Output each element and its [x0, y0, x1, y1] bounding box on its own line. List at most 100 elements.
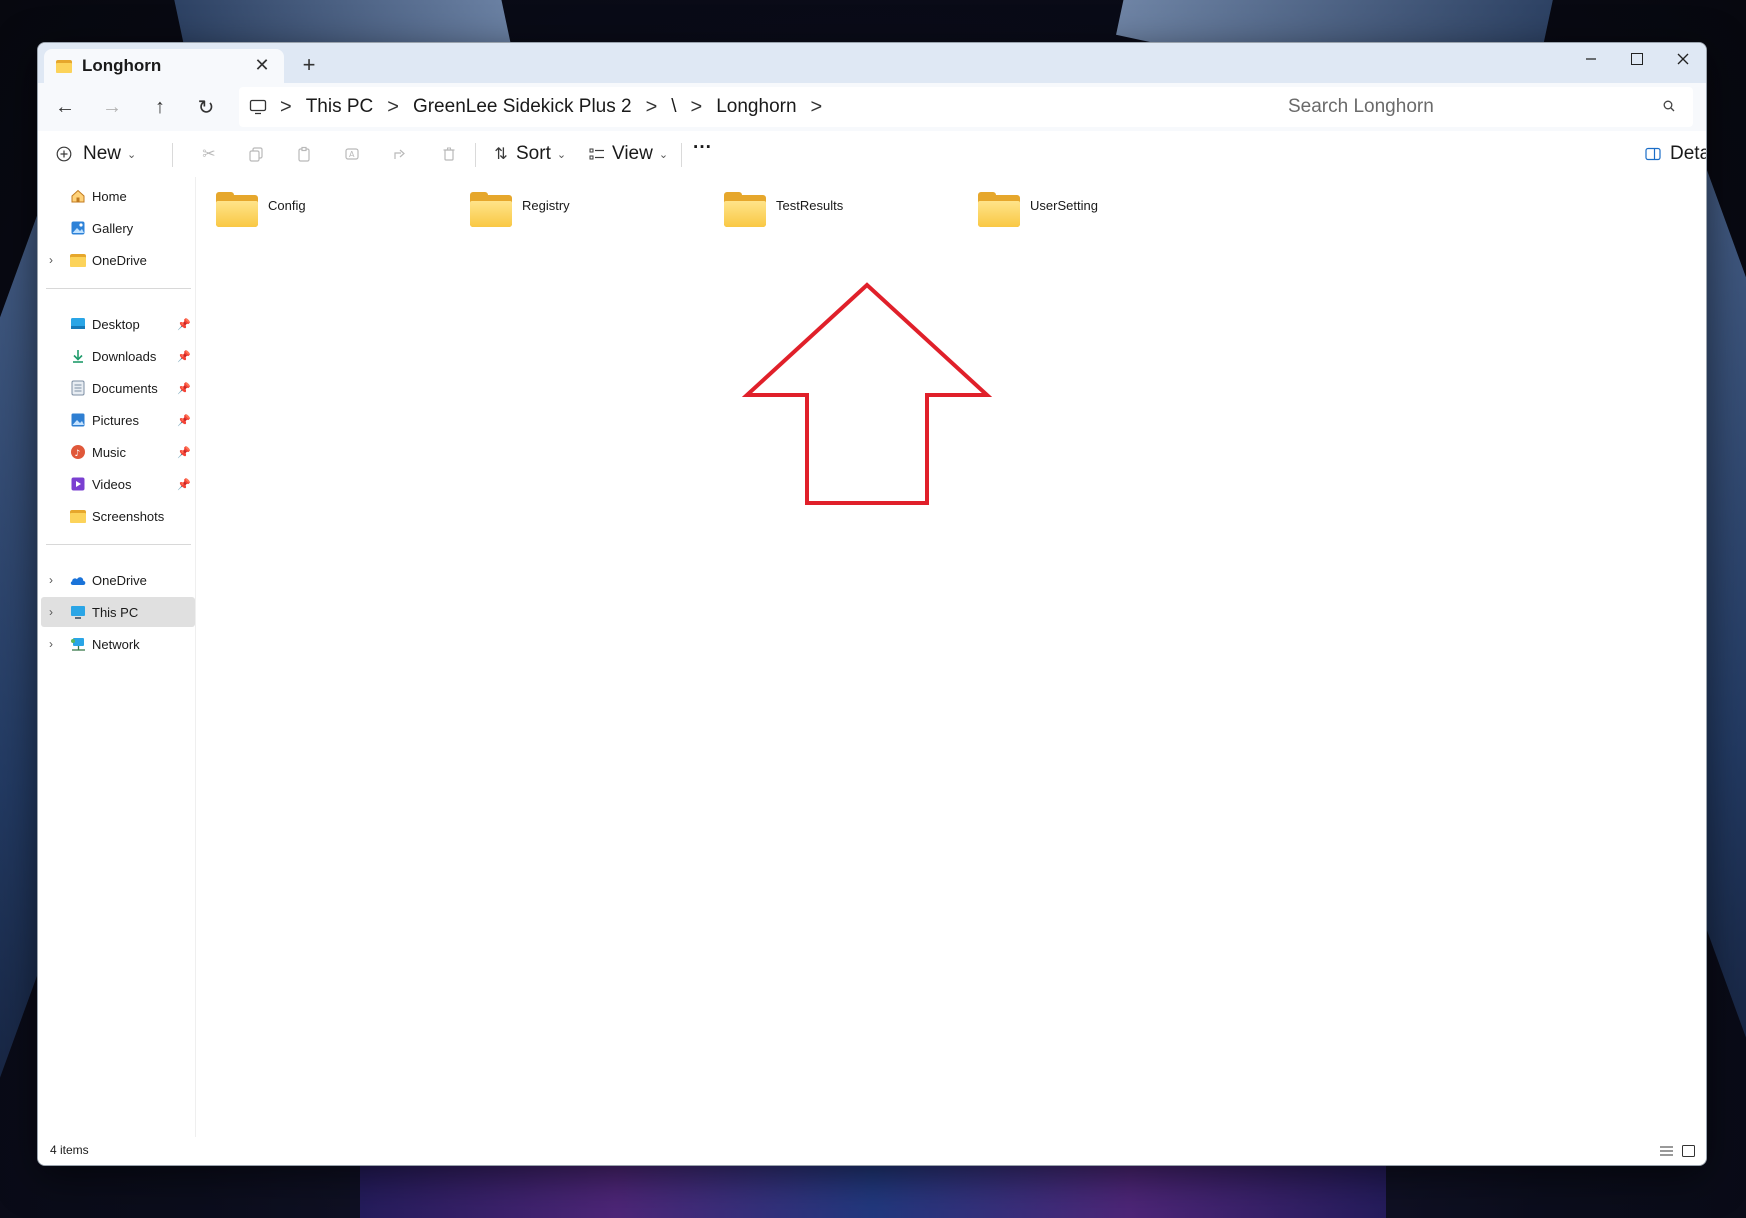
sidebar-item-label: OneDrive	[92, 252, 147, 268]
chevron-right-icon[interactable]: ›	[49, 605, 53, 619]
breadcrumb-chevron[interactable]: >	[378, 96, 408, 119]
breadcrumb-chevron[interactable]: >	[682, 96, 712, 119]
back-button[interactable]: ←	[48, 91, 82, 123]
folder-item[interactable]: UserSetting	[958, 191, 1188, 231]
sidebar-item-label: Downloads	[92, 348, 157, 364]
copy-button[interactable]	[245, 137, 267, 171]
up-button[interactable]: ↑	[143, 91, 177, 123]
sidebar-item-home[interactable]: Home	[41, 181, 195, 211]
sidebar-item-this-pc[interactable]: › This PC	[41, 597, 195, 627]
up-arrow-outline	[741, 282, 993, 505]
sidebar-item-onedrive-personal[interactable]: › OneDrive	[41, 245, 195, 275]
sidebar-item-documents[interactable]: Documents 📌	[41, 373, 195, 403]
address-bar[interactable]: > This PC > GreenLee Sidekick Plus 2 > \…	[239, 87, 1301, 127]
clipboard-icon	[293, 143, 315, 165]
folder-icon	[216, 192, 258, 227]
folder-name: TestResults	[776, 197, 844, 213]
sidebar-item-gallery[interactable]: Gallery	[41, 213, 195, 243]
search-input[interactable]: Search Longhorn	[1288, 96, 1655, 118]
desktop-icon	[69, 315, 87, 333]
chevron-right-icon[interactable]: ›	[49, 637, 53, 651]
breadcrumb-chevron[interactable]: >	[637, 96, 667, 119]
scissors-icon: ✂	[202, 146, 216, 163]
folder-item[interactable]: Config	[196, 191, 426, 231]
sidebar-item-onedrive[interactable]: › OneDrive	[41, 565, 195, 595]
delete-button[interactable]	[438, 137, 460, 171]
new-button[interactable]: New ⌄	[53, 137, 136, 171]
tab-title: Longhorn	[82, 56, 162, 75]
sidebar-item-screenshots[interactable]: Screenshots	[41, 501, 195, 531]
sidebar-item-label: Music	[92, 444, 126, 460]
refresh-button[interactable]: ↻	[189, 91, 223, 123]
sidebar-item-label: Documents	[92, 380, 158, 396]
share-button[interactable]	[389, 137, 411, 171]
rename-button[interactable]: A	[341, 137, 363, 171]
breadcrumb-root[interactable]: \	[666, 96, 681, 118]
pin-icon[interactable]: 📌	[177, 446, 191, 459]
sidebar-item-pictures[interactable]: Pictures 📌	[41, 405, 195, 435]
sidebar-item-label: Desktop	[92, 316, 140, 332]
folder-item[interactable]: TestResults	[704, 191, 934, 231]
details-view-icon	[1659, 1146, 1673, 1156]
sidebar-item-music[interactable]: ♪ Music 📌	[41, 437, 195, 467]
sidebar-item-videos[interactable]: Videos 📌	[41, 469, 195, 499]
forward-button[interactable]: →	[95, 91, 129, 123]
breadcrumb-chevron[interactable]: >	[271, 96, 301, 119]
sort-button[interactable]: ⇅ Sort ⌄	[490, 137, 566, 171]
navigation-bar: ← → ↑ ↻ > This PC > GreenLee Sidekick Pl…	[38, 83, 1706, 131]
view-list-icon	[586, 143, 608, 165]
sidebar-item-label: Screenshots	[92, 508, 165, 524]
sidebar-item-label: Home	[92, 188, 127, 204]
svg-text:A: A	[349, 150, 355, 159]
download-icon	[69, 347, 87, 365]
pin-icon[interactable]: 📌	[177, 414, 191, 427]
pin-icon[interactable]: 📌	[177, 318, 191, 331]
cloud-icon	[69, 571, 87, 589]
details-pane-button[interactable]: Details	[1642, 137, 1706, 171]
breadcrumb-this-pc[interactable]: This PC	[301, 96, 379, 118]
documents-icon	[69, 379, 87, 397]
pin-icon[interactable]: 📌	[177, 382, 191, 395]
more-options-button[interactable]: ···	[693, 131, 712, 165]
chevron-right-icon[interactable]: ›	[49, 253, 53, 267]
breadcrumb-longhorn[interactable]: Longhorn	[711, 96, 801, 118]
close-icon	[1677, 53, 1689, 65]
search-box[interactable]: Search Longhorn	[1271, 87, 1693, 127]
pin-icon[interactable]: 📌	[177, 350, 191, 363]
file-explorer-window: Longhorn ✕ + ← → ↑ ↻ > This PC > GreenLe…	[37, 42, 1707, 1166]
music-icon: ♪	[69, 443, 87, 461]
close-tab-button[interactable]: ✕	[250, 53, 274, 77]
pc-icon[interactable]	[249, 99, 267, 115]
folder-icon	[724, 192, 766, 227]
new-label: New	[83, 143, 122, 164]
arrow-shape	[746, 283, 927, 503]
pin-icon[interactable]: 📌	[177, 478, 191, 491]
maximize-button[interactable]	[1614, 43, 1660, 75]
tiles-view-button[interactable]	[1678, 1141, 1698, 1161]
sidebar-item-label: Videos	[92, 476, 132, 492]
close-window-button[interactable]	[1660, 43, 1706, 75]
breadcrumb-chevron[interactable]: >	[802, 96, 832, 119]
sidebar-item-downloads[interactable]: Downloads 📌	[41, 341, 195, 371]
view-button[interactable]: View ⌄	[586, 137, 668, 171]
share-icon	[389, 143, 411, 165]
folder-item[interactable]: Registry	[450, 191, 680, 231]
sort-label: Sort	[516, 143, 551, 164]
sort-icon: ⇅	[494, 146, 508, 163]
navigation-pane: Home Gallery › OneDrive Desktop 📌 Downlo…	[38, 177, 196, 1137]
details-view-button[interactable]	[1656, 1141, 1676, 1161]
minimize-button[interactable]	[1568, 43, 1614, 75]
paste-button[interactable]	[293, 137, 315, 171]
folder-name: UserSetting	[1030, 197, 1098, 213]
cut-button[interactable]: ✂	[198, 137, 220, 171]
details-label: Details	[1670, 143, 1706, 164]
sidebar-item-network[interactable]: › Network	[41, 629, 195, 659]
new-tab-button[interactable]: +	[294, 51, 324, 79]
breadcrumb-drive[interactable]: GreenLee Sidekick Plus 2	[408, 96, 637, 118]
sidebar-item-label: Gallery	[92, 220, 134, 236]
sidebar-item-label: This PC	[92, 604, 139, 620]
sidebar-item-desktop[interactable]: Desktop 📌	[41, 309, 195, 339]
chevron-right-icon[interactable]: ›	[49, 573, 53, 587]
item-count: 4 items	[50, 1143, 89, 1157]
tab-longhorn[interactable]: Longhorn ✕	[44, 49, 284, 83]
